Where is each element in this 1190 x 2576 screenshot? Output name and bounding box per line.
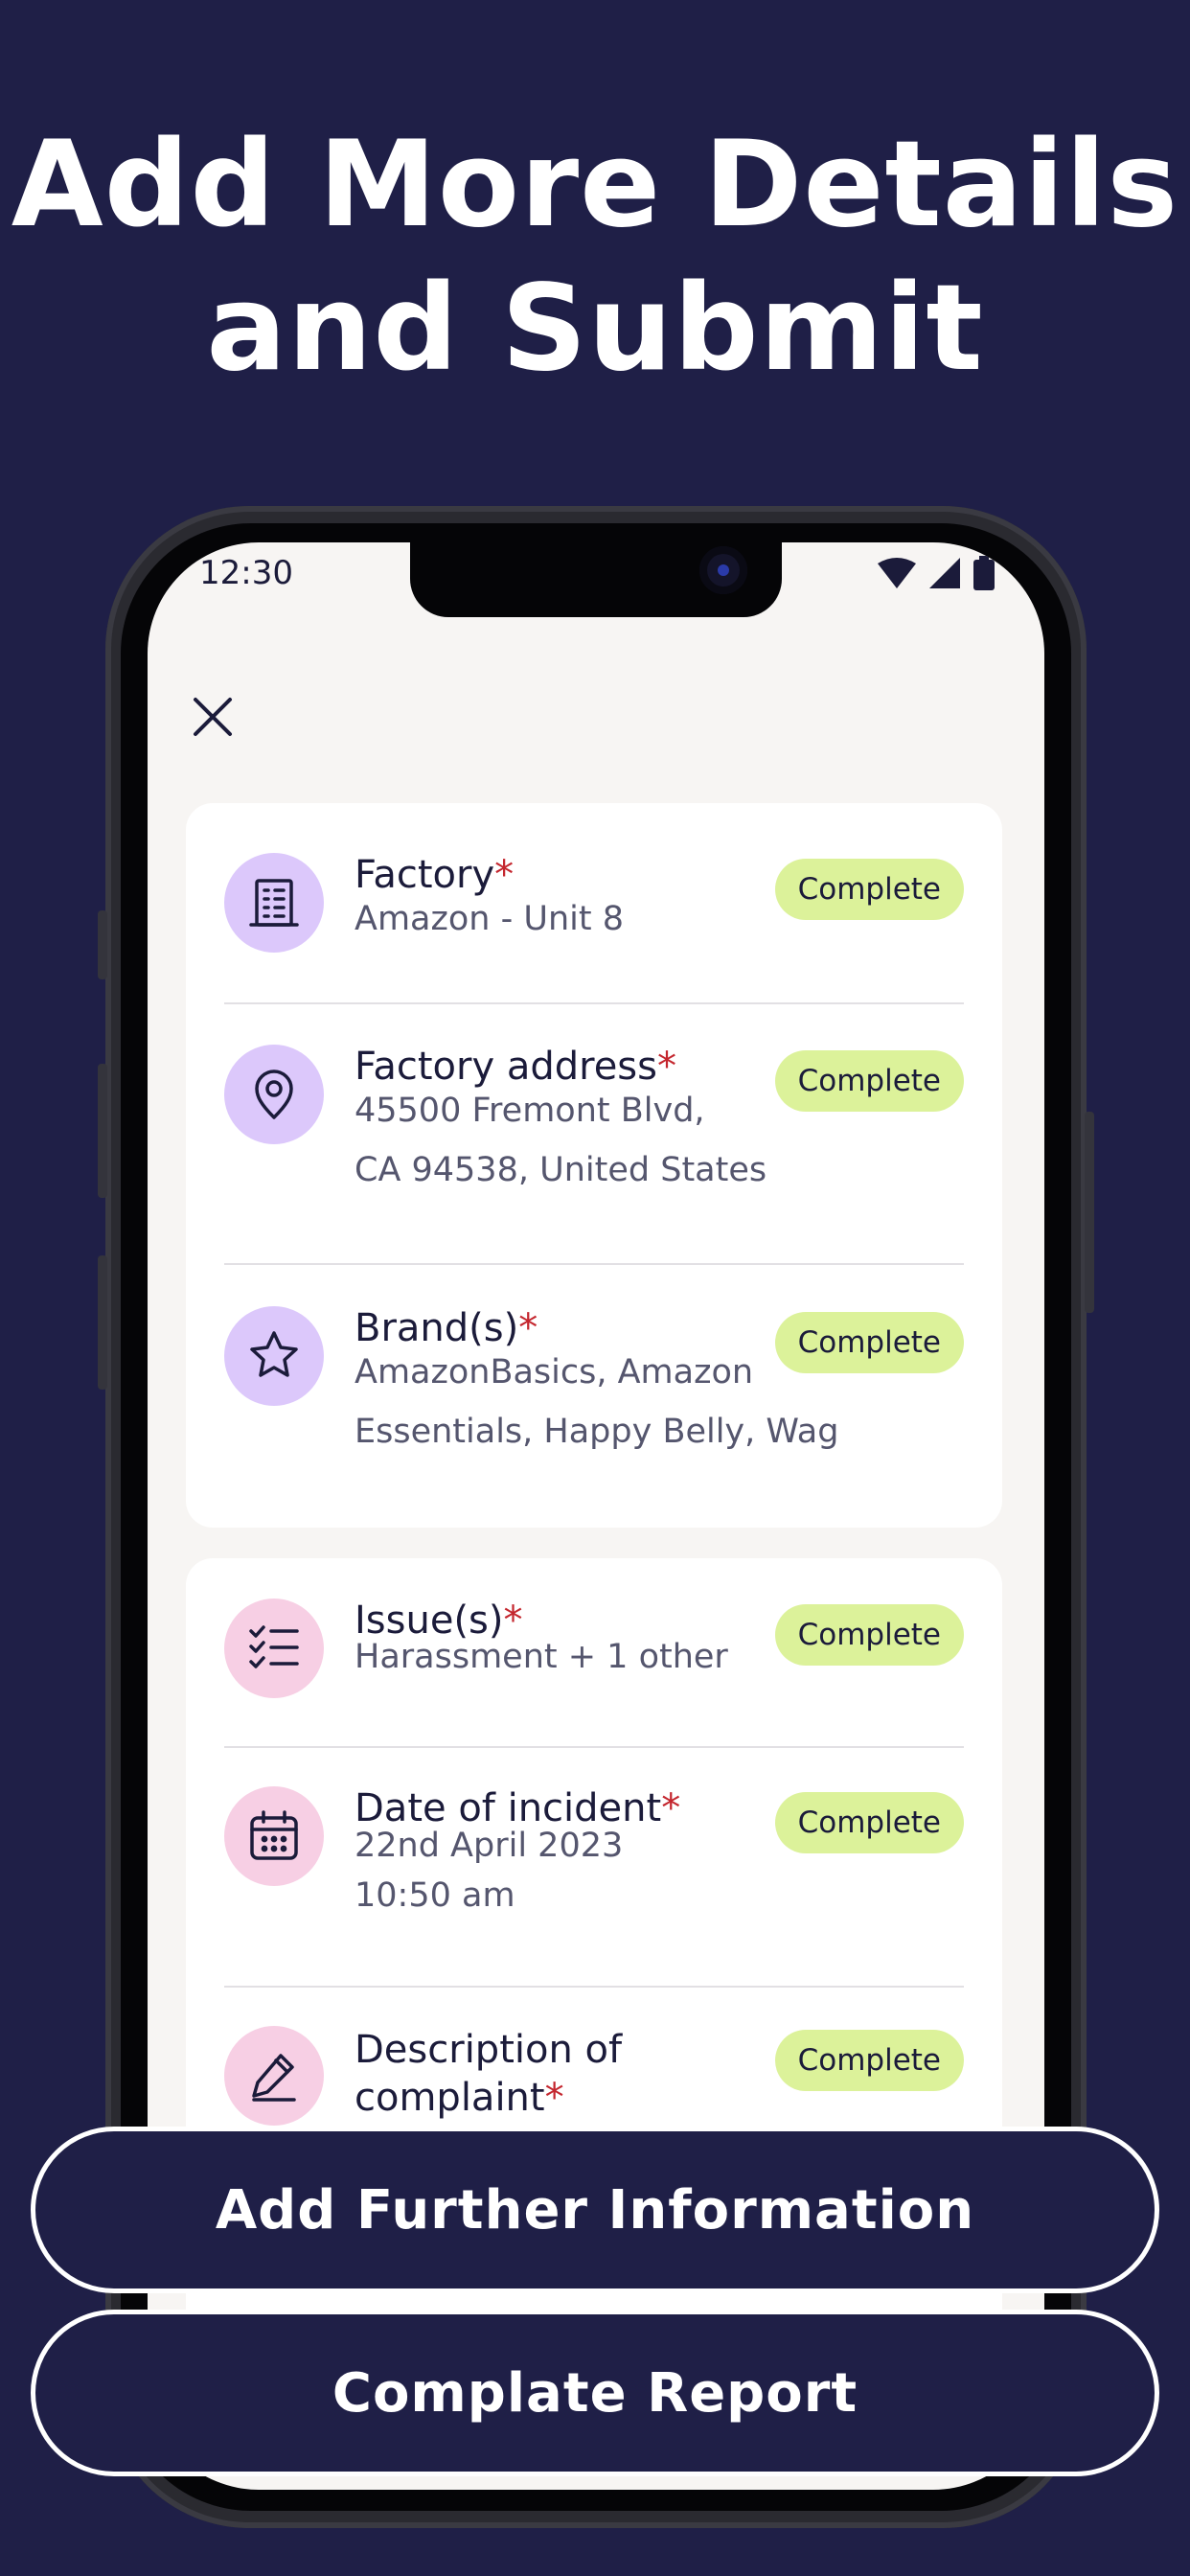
complete-report-button[interactable]: Complate Report xyxy=(31,2310,1159,2476)
divider xyxy=(224,1746,964,1748)
factory-address-row[interactable]: Factory address* 45500 Fremont Blvd, CA … xyxy=(224,1045,964,1217)
date-of-incident-row[interactable]: Date of incident* 22nd April 2023 10:50 … xyxy=(224,1786,964,1940)
bottom-overlay xyxy=(0,2108,1190,2128)
headline: Add More Details and Submit xyxy=(0,113,1190,401)
volume-down-button xyxy=(98,1064,107,1198)
status-icons xyxy=(878,556,995,590)
star-icon xyxy=(224,1306,324,1406)
close-icon xyxy=(194,698,232,736)
row-subtitle: AmazonBasics, Amazon Essentials, Happy B… xyxy=(355,1353,839,1451)
location-pin-icon xyxy=(224,1045,324,1144)
wifi-icon xyxy=(878,558,916,588)
status-badge: Complete xyxy=(774,2030,964,2091)
status-badge: Complete xyxy=(774,1312,964,1373)
notch xyxy=(410,542,782,617)
status-badge: Complete xyxy=(774,1792,964,1853)
volume-up-button xyxy=(98,910,107,979)
row-title: Description of complaint* xyxy=(355,2028,623,2120)
status-badge: Complete xyxy=(774,859,964,920)
close-button[interactable] xyxy=(182,686,243,748)
status-badge: Complete xyxy=(774,1604,964,1666)
issues-row[interactable]: Issue(s)* Harassment + 1 other Complete xyxy=(224,1598,964,1698)
brands-row[interactable]: Brand(s)* AmazonBasics, Amazon Essential… xyxy=(224,1306,964,1479)
battery-icon xyxy=(973,556,995,590)
divider xyxy=(224,1263,964,1265)
checklist-icon xyxy=(224,1598,324,1698)
camera-icon xyxy=(699,546,747,594)
divider xyxy=(224,1986,964,1988)
signal-icon xyxy=(929,558,960,588)
mute-switch xyxy=(98,1255,107,1390)
factory-row[interactable]: Factory* Amazon - Unit 8 Complete xyxy=(224,853,964,953)
headline-line-2: and Submit xyxy=(206,260,984,398)
status-time: 12:30 xyxy=(199,554,293,592)
building-icon xyxy=(224,853,324,953)
divider xyxy=(224,1002,964,1004)
factory-details-card: Factory* Amazon - Unit 8 Complete Factor… xyxy=(186,803,1002,1528)
row-subtitle: 45500 Fremont Blvd, CA 94538, United Sta… xyxy=(355,1092,767,1189)
add-further-information-button[interactable]: Add Further Information xyxy=(31,2127,1159,2293)
power-button xyxy=(1085,1112,1094,1313)
headline-line-1: Add More Details xyxy=(11,116,1179,254)
status-badge: Complete xyxy=(774,1050,964,1112)
calendar-icon xyxy=(224,1786,324,1886)
